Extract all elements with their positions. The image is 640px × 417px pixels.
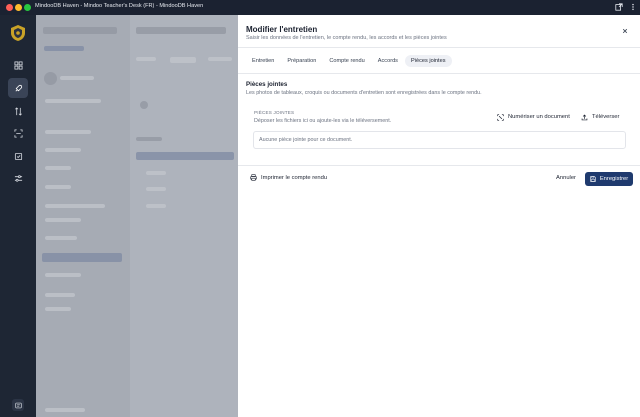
printer-icon <box>250 174 257 181</box>
section-description: Les photos de tableaux, croquis ou docum… <box>246 90 482 96</box>
save-icon <box>590 176 596 182</box>
blurred-block <box>45 185 71 189</box>
blurred-block <box>140 101 148 109</box>
blurred-block <box>45 408 85 412</box>
scan-icon <box>497 113 504 121</box>
blurred-block <box>170 57 196 63</box>
blurred-block <box>45 204 105 208</box>
cancel-button[interactable]: Annuler <box>556 175 576 181</box>
scan-icon <box>13 128 23 138</box>
external-window-icon[interactable] <box>615 3 623 11</box>
nav-dashboard[interactable] <box>8 55 28 75</box>
close-icon <box>622 28 627 33</box>
divider <box>238 73 640 74</box>
dialog-title: Modifier l'entretien <box>246 25 318 34</box>
window-titlebar: MindooDB Haven - Mindoo Teacher's Desk (… <box>0 0 640 15</box>
empty-state-text: Aucune pièce jointe pour ce document. <box>259 137 353 143</box>
close-window-button[interactable] <box>6 4 13 11</box>
transfer-icon <box>14 106 22 116</box>
attachments-empty-state: Aucune pièce jointe pour ce document. <box>253 131 626 149</box>
edit-meeting-dialog: Modifier l'entretien Saisir les données … <box>238 15 640 417</box>
divider <box>238 165 640 166</box>
blurred-block <box>45 130 91 134</box>
blurred-block <box>45 99 101 103</box>
tab-compte-rendu[interactable]: Compte rendu <box>323 55 370 67</box>
save-button[interactable]: Enregistrer <box>585 172 633 186</box>
save-label: Enregistrer <box>599 176 629 182</box>
close-dialog-button[interactable] <box>620 26 629 35</box>
panel-icon <box>14 402 22 408</box>
scan-document-button[interactable]: Numériser un document <box>497 112 570 122</box>
print-report-button[interactable]: Imprimer le compte rendu <box>250 174 327 181</box>
zoom-window-button[interactable] <box>24 4 31 11</box>
blurred-block <box>136 57 156 61</box>
blurred-block <box>43 27 117 34</box>
blurred-block <box>45 273 81 277</box>
nav-settings[interactable] <box>8 168 28 188</box>
blurred-block <box>45 236 77 240</box>
upload-button[interactable]: Téléverser <box>581 112 619 122</box>
nav-documents[interactable] <box>8 146 28 166</box>
blurred-block <box>146 171 166 175</box>
blurred-block <box>136 27 226 34</box>
scan-document-label: Numériser un document <box>508 114 570 120</box>
attachments-hint: Déposer les fichiers ici ou ajoute-les v… <box>254 118 392 124</box>
blurred-block <box>146 187 166 191</box>
dialog-tabs: Entretien Préparation Compte rendu Accor… <box>246 55 453 67</box>
blurred-block <box>45 148 81 152</box>
minimize-window-button[interactable] <box>15 4 22 11</box>
blurred-avatar <box>44 72 57 85</box>
app-logo-icon <box>11 25 25 41</box>
blurred-block <box>146 204 166 208</box>
attachments-dropzone[interactable]: PIÈCES JOINTES Déposer les fichiers ici … <box>250 107 629 149</box>
tab-pieces-jointes[interactable]: Pièces jointes <box>404 55 452 67</box>
blurred-block <box>136 137 162 141</box>
app-nav-rail <box>0 15 36 417</box>
blurred-block <box>136 152 234 160</box>
tab-entretien[interactable]: Entretien <box>246 55 280 67</box>
upload-icon <box>581 114 588 120</box>
dialog-subtitle: Saisir les données de l'entretien, le co… <box>246 35 447 41</box>
tab-accords[interactable]: Accords <box>372 55 404 67</box>
document-check-icon <box>14 152 22 160</box>
nav-transfer[interactable] <box>8 101 28 121</box>
blurred-block <box>42 253 122 262</box>
blurred-block <box>45 218 81 222</box>
divider <box>238 47 640 48</box>
toggle-panel-button[interactable] <box>12 399 24 411</box>
sliders-icon <box>14 174 22 182</box>
nav-rocket[interactable] <box>8 78 28 98</box>
blurred-block <box>60 76 94 80</box>
more-menu-icon[interactable] <box>629 3 637 11</box>
window-title: MindooDB Haven - Mindoo Teacher's Desk (… <box>35 3 204 9</box>
blurred-block <box>45 307 71 311</box>
blurred-block <box>44 46 84 51</box>
upload-label: Téléverser <box>592 114 620 120</box>
blurred-block <box>208 57 232 61</box>
nav-scan[interactable] <box>8 123 28 143</box>
background-app-overlay <box>36 15 238 417</box>
print-report-label: Imprimer le compte rendu <box>261 174 328 181</box>
rocket-icon <box>15 84 22 91</box>
attachments-label: PIÈCES JOINTES <box>254 110 295 115</box>
blurred-block <box>45 166 71 170</box>
blurred-block <box>45 293 75 297</box>
dashboard-icon <box>13 60 23 70</box>
section-title: Pièces jointes <box>246 81 288 88</box>
tab-preparation[interactable]: Préparation <box>281 55 322 67</box>
